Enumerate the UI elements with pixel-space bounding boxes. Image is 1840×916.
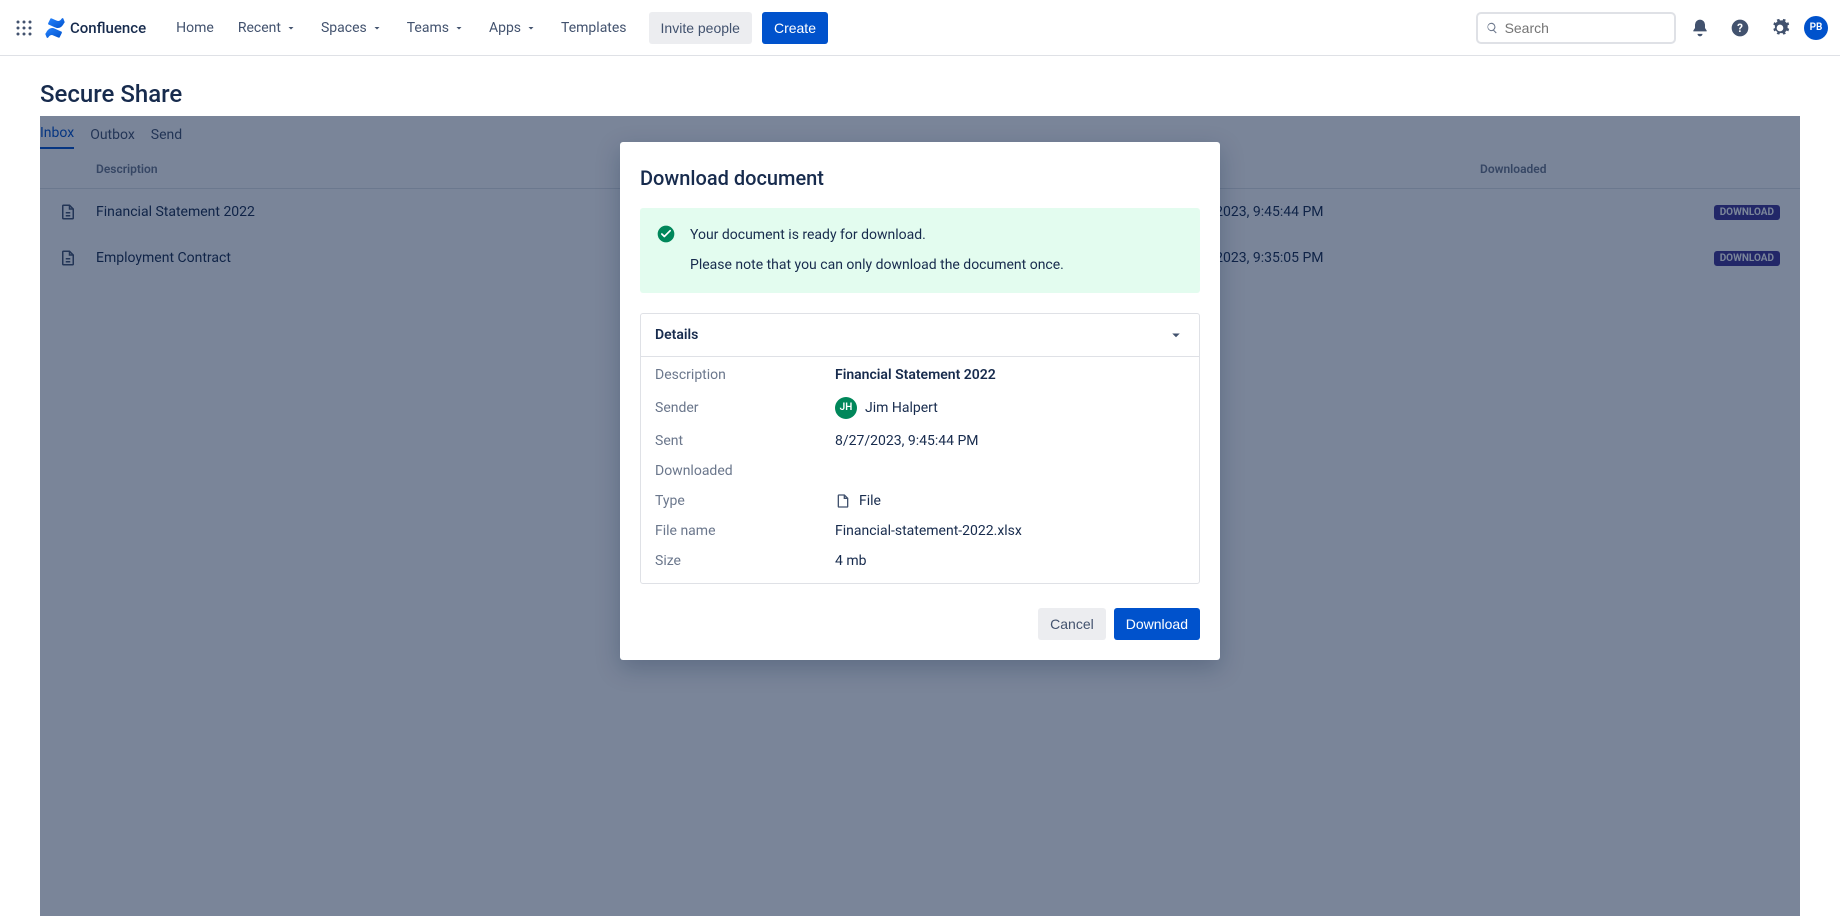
label-sender: Sender: [655, 400, 835, 416]
sender-avatar: JH: [835, 397, 857, 419]
label-type: Type: [655, 493, 835, 509]
details-card: Details Description Financial Statement …: [640, 313, 1200, 584]
file-icon: [835, 493, 851, 509]
product-name: Confluence: [70, 19, 146, 37]
help-icon[interactable]: ?: [1724, 12, 1756, 44]
nav-spaces[interactable]: Spaces: [311, 14, 393, 42]
nav-items: Home Recent Spaces Teams Apps Templates …: [166, 12, 828, 44]
settings-icon[interactable]: [1764, 12, 1796, 44]
nav-templates[interactable]: Templates: [551, 14, 637, 42]
value-sent: 8/27/2023, 9:45:44 PM: [835, 433, 1185, 449]
chevron-down-icon: [525, 22, 537, 34]
user-avatar[interactable]: PB: [1804, 16, 1828, 40]
value-filename: Financial-statement-2022.xlsx: [835, 523, 1185, 539]
create-button[interactable]: Create: [762, 12, 828, 44]
nav-apps[interactable]: Apps: [479, 14, 547, 42]
nav-home[interactable]: Home: [166, 14, 224, 42]
value-sender: JH Jim Halpert: [835, 397, 1185, 419]
search-input[interactable]: [1505, 20, 1666, 36]
label-sent: Sent: [655, 433, 835, 449]
download-modal: Download document Your document is ready…: [620, 142, 1220, 660]
chevron-down-icon: [1167, 326, 1185, 344]
svg-text:?: ?: [1737, 21, 1743, 35]
global-nav: Confluence Home Recent Spaces Teams Apps…: [0, 0, 1840, 56]
value-size: 4 mb: [835, 553, 1185, 569]
label-filename: File name: [655, 523, 835, 539]
label-description: Description: [655, 367, 835, 383]
label-size: Size: [655, 553, 835, 569]
modal-title: Download document: [640, 166, 1200, 190]
chevron-down-icon: [453, 22, 465, 34]
chevron-down-icon: [285, 22, 297, 34]
nav-teams[interactable]: Teams: [397, 14, 475, 42]
app-switcher-icon[interactable]: [12, 16, 36, 40]
success-banner: Your document is ready for download. Ple…: [640, 208, 1200, 293]
search-icon: [1486, 21, 1499, 35]
cancel-button[interactable]: Cancel: [1038, 608, 1106, 640]
chevron-down-icon: [371, 22, 383, 34]
page-title: Secure Share: [40, 80, 1800, 108]
banner-line2: Please note that you can only download t…: [690, 254, 1064, 276]
check-circle-icon: [656, 224, 676, 244]
download-button[interactable]: Download: [1114, 608, 1200, 640]
details-toggle[interactable]: Details: [641, 314, 1199, 357]
notifications-icon[interactable]: [1684, 12, 1716, 44]
label-downloaded: Downloaded: [655, 463, 835, 479]
invite-people-button[interactable]: Invite people: [649, 12, 752, 44]
search-box[interactable]: [1476, 12, 1676, 44]
banner-line1: Your document is ready for download.: [690, 224, 1064, 246]
value-type: File: [835, 493, 1185, 509]
nav-recent[interactable]: Recent: [228, 14, 307, 42]
confluence-logo[interactable]: Confluence: [44, 17, 146, 39]
value-description: Financial Statement 2022: [835, 367, 1185, 383]
